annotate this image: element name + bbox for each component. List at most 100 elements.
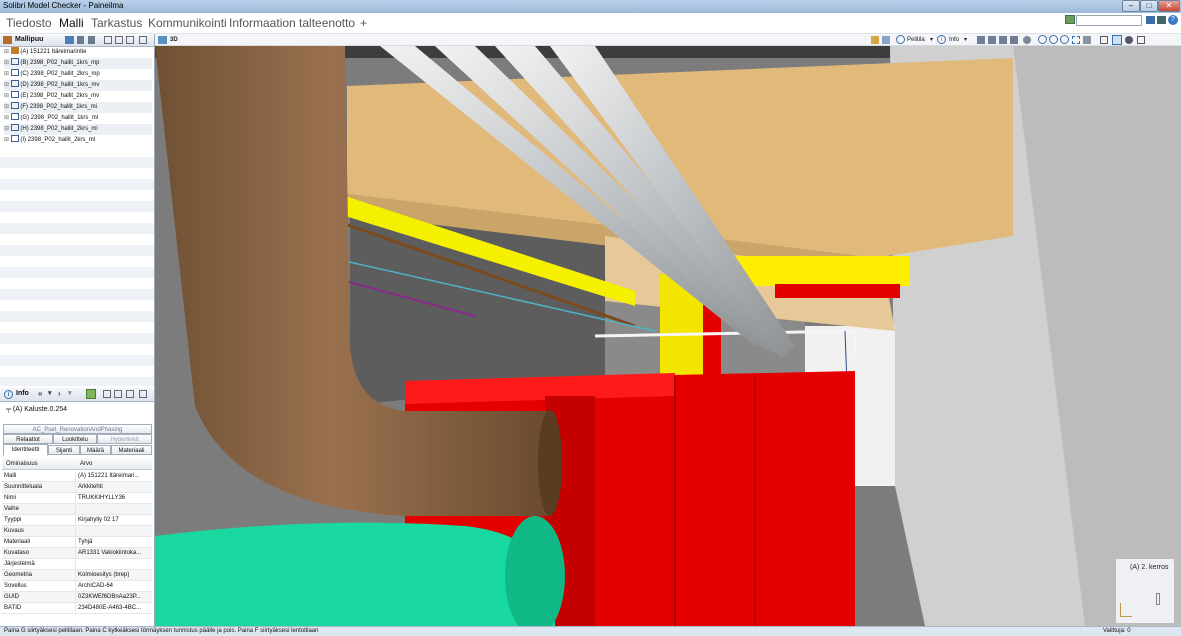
minimize-button[interactable]: – — [1122, 0, 1140, 12]
pelitila-button[interactable]: Pelitila — [907, 35, 925, 45]
filter-icon[interactable] — [65, 36, 74, 44]
collapse-all-icon[interactable] — [115, 36, 123, 44]
tab-sijanti[interactable]: Sijanti — [48, 445, 80, 455]
sort-icon[interactable] — [77, 36, 84, 44]
column-header-ominaisuus[interactable]: Ominaisuus — [6, 458, 38, 470]
view-box-icon[interactable] — [977, 36, 985, 44]
minimize-panel-icon[interactable] — [126, 36, 134, 44]
view3d-toolbar: 3D Pelitila ▾ i Info ▾ — [155, 34, 1181, 46]
expand-all-icon[interactable] — [103, 390, 111, 398]
table-row[interactable]: Materiaali Tyhjä — [2, 537, 152, 548]
tree-item[interactable]: ⊞ (I) 2398_P02_hallit_2krs_ml — [4, 135, 95, 146]
table-row[interactable]: Kuvataso AR1331 Vakiokiintoka... — [2, 548, 152, 559]
sync-selection-icon[interactable] — [86, 389, 96, 399]
layout-icon[interactable] — [1065, 15, 1075, 24]
render-mode-icon[interactable] — [1023, 36, 1031, 44]
menu-tarkastus[interactable]: Tarkastus — [91, 16, 142, 30]
table-row[interactable]: Nimi TRUKKIHYLLY36 — [2, 493, 152, 504]
back-icon[interactable]: « — [38, 389, 42, 398]
selected-count: Valittuja: 0 — [1103, 628, 1131, 634]
split-view-icon[interactable] — [1112, 35, 1122, 45]
tree-item[interactable]: ⊞ (B) 2398_P02_hallit_1krs_mp — [4, 58, 152, 69]
tab-materiaali[interactable]: Materiaali — [111, 445, 152, 455]
tab-maara[interactable]: Määrä — [80, 445, 111, 455]
table-row[interactable]: Kuvaus — [2, 526, 152, 537]
floor-navigator[interactable]: (A) 2. kerros — [1115, 558, 1175, 624]
table-row[interactable]: Tyyppi Kirjahylly 02 17 — [2, 515, 152, 526]
info-dropdown-icon[interactable]: ▾ — [964, 35, 967, 45]
tree-empty-area — [0, 146, 154, 386]
table-row[interactable]: Suunnittelualа Arkkitehti — [2, 482, 152, 493]
zoom-in-icon[interactable] — [1049, 35, 1058, 44]
yellow-duct-right — [730, 256, 910, 286]
search-input[interactable] — [1076, 15, 1142, 26]
forward-icon[interactable]: › — [58, 389, 61, 398]
brown-duct-end — [538, 410, 562, 516]
3d-scene[interactable] — [155, 46, 1181, 626]
tab-pset-renovation[interactable]: AC_Pset_RenovationAndPhasing — [3, 424, 152, 434]
info-icon[interactable]: i — [937, 35, 946, 44]
tab-relaatiot[interactable]: Relaatiot — [3, 434, 53, 444]
undo-view-icon[interactable] — [871, 36, 879, 44]
column-header-arvo[interactable]: Arvo — [80, 458, 92, 470]
tree-item[interactable]: ⊞ (E) 2398_P02_hallit_2krs_mv — [4, 91, 99, 102]
info-button[interactable]: Info — [949, 35, 959, 45]
collapse-all-icon[interactable] — [114, 390, 122, 398]
table-row[interactable]: Geometria Kolmioesitys (brep) — [2, 570, 152, 581]
table-row[interactable]: Järjestelmä — [2, 559, 152, 570]
menu-malli[interactable]: Malli — [59, 16, 84, 30]
tree-options-icon[interactable] — [88, 36, 95, 44]
tree-item[interactable]: ⊞ (D) 2398_P02_hallit_1krs_mv — [4, 80, 152, 91]
zoom-window-icon[interactable] — [1072, 36, 1080, 44]
info-icon: i — [4, 390, 13, 399]
expand-all-icon[interactable] — [104, 36, 112, 44]
tab-luokittelu[interactable]: Luokittelu — [53, 434, 97, 444]
table-row[interactable]: BATID 234D480E-A463-4BC... — [2, 603, 152, 614]
table-row[interactable]: Vaihe — [2, 504, 152, 515]
view-front-icon[interactable] — [988, 36, 996, 44]
tree-item[interactable]: ⊞ (A) 151221 Itäreimarintie — [4, 47, 86, 58]
settings-icon[interactable] — [1125, 36, 1133, 44]
minimize-panel-icon[interactable] — [126, 390, 134, 398]
add-tab-button[interactable]: + — [360, 16, 367, 30]
selected-component: ╤ (A) Kaluste.0.254 — [6, 406, 68, 413]
tab-identiteetti[interactable]: Identiteetti — [3, 444, 48, 456]
redo-view-icon[interactable] — [882, 36, 890, 44]
binoculars-icon[interactable] — [1146, 16, 1155, 24]
tree-item[interactable]: ⊞ (C) 2398_P02_hallit_2krs_mp — [4, 69, 100, 80]
tree-item[interactable]: ⊞ (H) 2398_P02_hallit_2krs_mi — [4, 124, 152, 135]
property-table-header: Ominaisuus Arvo — [2, 458, 152, 470]
model-tree-header: Mallipuu — [0, 35, 154, 47]
view-side-icon[interactable] — [999, 36, 1007, 44]
pointer-icon[interactable] — [1083, 36, 1091, 44]
red-duct-top — [775, 284, 900, 298]
view3d-title: 3D — [170, 37, 178, 43]
walk-icon[interactable] — [1010, 36, 1018, 44]
menu-kommunikointi[interactable]: Kommunikointi — [148, 16, 227, 30]
maximize-panel-icon[interactable] — [1137, 36, 1145, 44]
menu-tiedosto[interactable]: Tiedosto — [6, 16, 52, 30]
game-mode-icon[interactable] — [896, 35, 905, 44]
back-dropdown-icon[interactable]: ▾ — [48, 389, 52, 397]
tree-item[interactable]: ⊞ (F) 2398_P02_hallit_1krs_mi — [4, 102, 152, 113]
table-row[interactable]: Sovellus ArchiCAD-64 — [2, 581, 152, 592]
forward-dropdown-icon[interactable]: ▾ — [68, 389, 72, 397]
menu-informaation-talteenotto[interactable]: Informaation talteenotto — [229, 16, 355, 30]
table-row[interactable]: GUID 0Z3KWEf6DBnAa23P... — [2, 592, 152, 603]
help-icon[interactable]: ? — [1168, 15, 1178, 25]
pelitila-dropdown-icon[interactable]: ▾ — [930, 35, 933, 45]
save-icon[interactable] — [1157, 16, 1166, 24]
3d-viewport[interactable]: (A) 2. kerros — [155, 46, 1181, 626]
model-tree-list: ⊞ (A) 151221 Itäreimarintie ⊞ (B) 2398_P… — [0, 47, 154, 387]
maximize-panel-icon[interactable] — [139, 390, 147, 398]
minimize-panel-icon[interactable] — [1100, 36, 1108, 44]
floor-slider[interactable] — [1156, 593, 1160, 605]
tab-hyperlinkit[interactable]: Hyperlinkit — [97, 434, 152, 444]
close-button[interactable]: ✕ — [1158, 0, 1180, 12]
maximize-panel-icon[interactable] — [139, 36, 147, 44]
maximize-button[interactable]: □ — [1140, 0, 1158, 12]
tree-item[interactable]: ⊞ (G) 2398_P02_hallit_1krs_ml — [4, 113, 98, 124]
zoom-out-icon[interactable] — [1060, 35, 1069, 44]
zoom-fit-icon[interactable] — [1038, 35, 1047, 44]
table-row[interactable]: Malli (A) 151221 Itäreimari... — [2, 471, 152, 482]
